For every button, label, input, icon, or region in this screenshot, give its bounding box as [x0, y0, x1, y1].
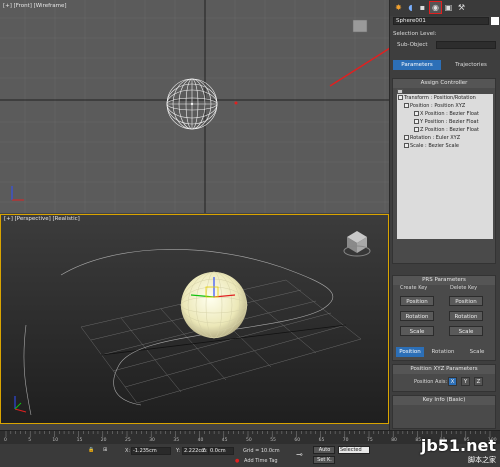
timeline-tick-label: 30	[149, 438, 155, 443]
tree-item[interactable]: Rotation : Euler XYZ	[404, 135, 460, 142]
assign-controller-rollout: Assign Controller Transform : Position/R…	[392, 78, 496, 264]
parameters-button[interactable]: Parameters	[393, 60, 441, 70]
selection-level-label: Selection Level:	[393, 31, 437, 37]
timeline-tick-label: 75	[367, 438, 373, 443]
tree-item[interactable]: Z Position : Bezier Float	[414, 127, 479, 134]
x-coord-field[interactable]: -1.235cm	[131, 447, 171, 455]
absolute-mode-icon[interactable]: ⊞	[103, 447, 107, 453]
delete-rotation-key-button[interactable]: Rotation	[449, 311, 483, 321]
sub-object-dropdown[interactable]	[436, 41, 496, 49]
front-viewport[interactable]: [+] [Front] [Wireframe]	[0, 0, 389, 213]
key-info-title[interactable]: Key Info (Basic)	[393, 396, 495, 405]
z-coord-field[interactable]: 0.0cm	[208, 447, 234, 455]
trajectories-button[interactable]: Trajectories	[446, 60, 496, 70]
position-axis-label: Position Axis:	[414, 379, 448, 385]
timeline-tick-label: 35	[173, 438, 180, 443]
prs-parameters-title[interactable]: PRS Parameters	[393, 276, 495, 285]
axis-y-button[interactable]: Y	[461, 377, 470, 386]
lock-selection-icon[interactable]: 🔒	[88, 447, 94, 453]
object-name-field[interactable]: Sphere001	[393, 17, 489, 25]
key-info-rollout: Key Info (Basic)	[392, 395, 496, 429]
timeline-tick-label: 60	[294, 438, 301, 443]
sub-object-label[interactable]: Sub-Object	[397, 42, 428, 48]
rotation-mode-tab[interactable]: Rotation	[428, 347, 458, 357]
front-grid	[0, 0, 389, 213]
create-scale-key-button[interactable]: Scale	[400, 326, 434, 336]
axis-x-button[interactable]: X	[448, 377, 457, 386]
add-time-tag-button[interactable]: Add Time Tag	[244, 458, 278, 464]
timeline-tick-label: 25	[125, 438, 131, 443]
watermark: jb51.net 脚本之家	[421, 436, 496, 465]
perspective-viewport[interactable]: [+] [Perspective] [Realistic]	[0, 214, 389, 424]
timeline-tick-label: 0	[4, 438, 7, 443]
y-coord-label: Y:	[176, 448, 181, 454]
delete-scale-key-button[interactable]: Scale	[449, 326, 483, 336]
command-panel-tabs: ✸ ◖ ▪ ◉ ▣ ⚒	[390, 0, 500, 16]
tree-item[interactable]: Position : Position XYZ	[404, 103, 465, 110]
hierarchy-icon[interactable]: ▪	[417, 2, 428, 13]
tree-item[interactable]: Scale : Bezier Scale	[404, 143, 459, 150]
modify-icon[interactable]: ◖	[405, 2, 416, 13]
delete-position-key-button[interactable]: Position	[449, 296, 483, 306]
timeline-tick-label: 5	[28, 438, 32, 443]
scale-mode-tab[interactable]: Scale	[462, 347, 492, 357]
auto-key-button[interactable]: Auto	[313, 446, 335, 454]
key-icon[interactable]: ⊸	[296, 450, 303, 459]
timeline-tick-label: 50	[246, 438, 252, 443]
set-key-button[interactable]: Set K.	[313, 456, 335, 464]
create-rotation-key-button[interactable]: Rotation	[400, 311, 434, 321]
perspective-viewport-label[interactable]: [+] [Perspective] [Realistic]	[4, 216, 80, 222]
timeline-tick-label: 80	[391, 438, 397, 443]
timeline-tick-label: 70	[342, 438, 349, 443]
axis-z-button[interactable]: Z	[474, 377, 483, 386]
tree-item[interactable]: Y Position : Bezier Float	[414, 119, 479, 126]
timeline-tick-label: 45	[221, 438, 228, 443]
timeline-tick-label: 20	[100, 438, 107, 443]
motion-icon[interactable]: ◉	[429, 1, 442, 14]
utilities-icon[interactable]: ⚒	[456, 2, 467, 13]
assign-controller-title[interactable]: Assign Controller	[393, 79, 495, 88]
z-coord-label: Z:	[202, 448, 208, 454]
create-key-label: Create Key	[400, 285, 428, 291]
object-color-swatch[interactable]	[491, 17, 499, 25]
grid-label: Grid = 10.0cm	[243, 448, 280, 454]
controller-tree[interactable]: Transform : Position/Rotation Position :…	[397, 94, 493, 239]
timeline-tick-label: 40	[197, 438, 204, 443]
position-xyz-title[interactable]: Position XYZ Parameters	[393, 365, 495, 374]
watermark-subtitle: 脚本之家	[468, 456, 496, 464]
time-tag-icon[interactable]: ●	[235, 458, 239, 464]
perspective-scene	[14, 231, 371, 416]
delete-key-label: Delete Key	[450, 285, 478, 291]
tree-item[interactable]: X Position : Bezier Float	[414, 111, 479, 118]
front-viewport-label[interactable]: [+] [Front] [Wireframe]	[3, 3, 67, 9]
position-mode-tab[interactable]: Position	[396, 347, 424, 357]
display-icon[interactable]: ▣	[443, 2, 454, 13]
tree-item[interactable]: Transform : Position/Rotation	[398, 95, 476, 102]
timeline-tick-label: 10	[52, 438, 59, 443]
watermark-site: jb51.net	[420, 436, 496, 455]
create-position-key-button[interactable]: Position	[400, 296, 434, 306]
timeline-tick-label: 55	[270, 438, 276, 443]
key-filter-dropdown[interactable]: Selected	[338, 446, 370, 454]
x-coord-label: X:	[125, 448, 131, 454]
timeline-tick-label: 15	[76, 438, 83, 443]
timeline-tick-label: 65	[318, 438, 325, 443]
create-icon[interactable]: ✸	[393, 2, 404, 13]
